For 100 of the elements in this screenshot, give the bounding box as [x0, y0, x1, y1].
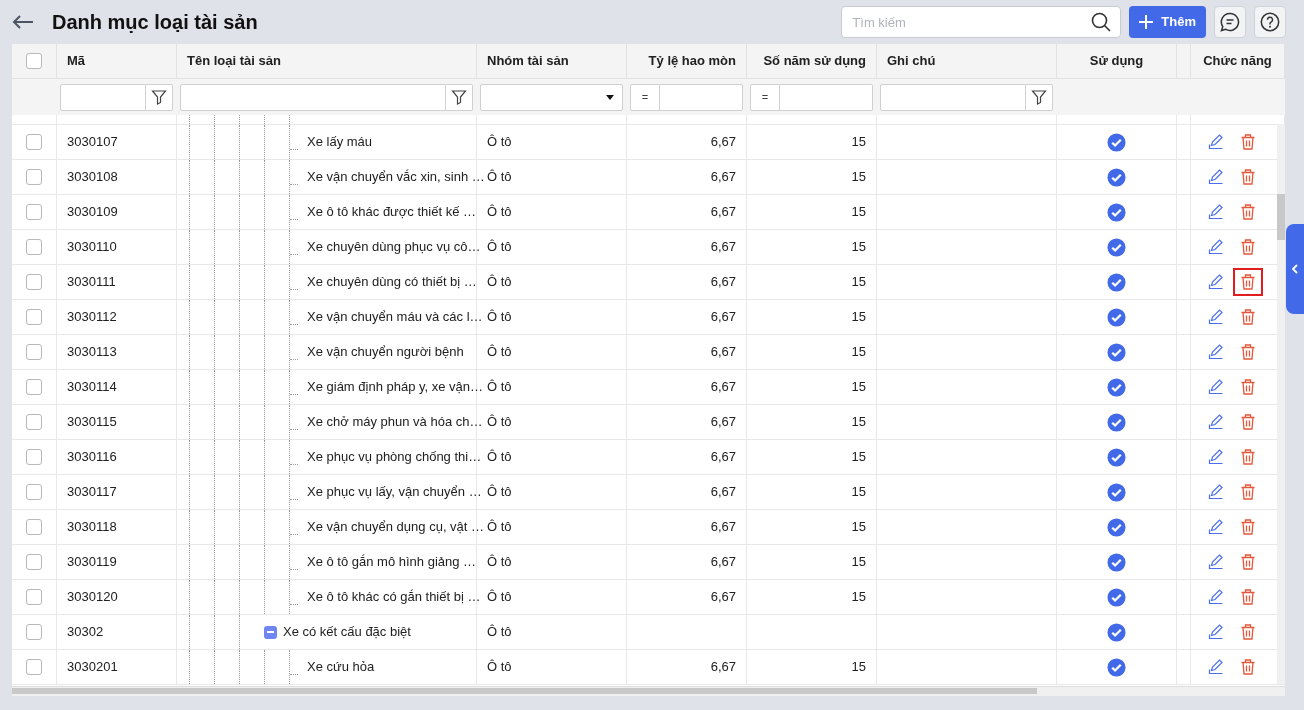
table-cell-text: 15: [851, 308, 866, 327]
edit-button[interactable]: [1207, 238, 1225, 256]
pencil-icon: [1208, 554, 1224, 570]
table-cell-text: 6,67: [710, 133, 736, 152]
table-cell-text: Xe giám định pháp y, xe vận…: [307, 378, 484, 397]
table-cell-text: Xe vận chuyển dụng cụ, vật …: [307, 518, 485, 537]
column-header[interactable]: Số năm sử dụng: [763, 51, 866, 71]
filter-icon: [451, 89, 467, 105]
trash-icon: [1241, 239, 1255, 255]
table-cell-text: Ô tô: [487, 623, 512, 642]
table-cell-text: Ô tô: [487, 658, 512, 677]
edit-button[interactable]: [1207, 518, 1225, 536]
checkbox[interactable]: [26, 624, 42, 640]
checkbox[interactable]: [26, 484, 42, 500]
horizontal-scrollbar[interactable]: [12, 686, 1285, 696]
operator-button[interactable]: =: [750, 83, 780, 111]
column-header[interactable]: Chức năng: [1203, 51, 1272, 71]
table-cell-text: Xe ô tô gắn mô hình giảng …: [307, 553, 477, 572]
checkbox[interactable]: [26, 379, 42, 395]
table-cell-text: 6,67: [710, 378, 736, 397]
edit-button[interactable]: [1207, 483, 1225, 501]
trash-icon: [1241, 624, 1255, 640]
column-header[interactable]: Tên loại tài sản: [187, 51, 281, 71]
edit-button[interactable]: [1207, 413, 1225, 431]
checkbox[interactable]: [26, 414, 42, 430]
edit-button[interactable]: [1207, 203, 1225, 221]
table-cell-text: Ô tô: [487, 553, 512, 572]
edit-button[interactable]: [1207, 378, 1225, 396]
search-icon[interactable]: [1091, 12, 1112, 32]
checkbox[interactable]: [26, 449, 42, 465]
operator-button[interactable]: =: [630, 83, 660, 111]
edit-button[interactable]: [1207, 553, 1225, 571]
trash-icon: [1241, 169, 1255, 185]
search-field[interactable]: Tìm kiếm: [841, 6, 1122, 38]
table-cell-text: 3030112: [67, 308, 117, 327]
collapse-icon[interactable]: [264, 625, 277, 639]
table-cell-text: Xe phục vụ lấy, vận chuyển …: [307, 483, 482, 502]
filter-field[interactable]: [180, 83, 446, 111]
edit-button[interactable]: [1207, 588, 1225, 606]
edit-button[interactable]: [1207, 273, 1225, 291]
pencil-icon: [1208, 414, 1224, 430]
checkbox[interactable]: [26, 519, 42, 535]
table-cell-text: 3030201: [67, 658, 118, 677]
pencil-icon: [1208, 134, 1224, 150]
edit-button[interactable]: [1207, 343, 1225, 361]
filter-field[interactable]: [660, 83, 743, 111]
checkbox[interactable]: [26, 239, 42, 255]
table-cell-text: Xe ô tô khác được thiết kế …: [307, 203, 476, 222]
filter-field[interactable]: [780, 83, 873, 111]
filter-field[interactable]: [60, 83, 146, 111]
checkbox[interactable]: [26, 309, 42, 325]
filter-button[interactable]: [1026, 83, 1053, 111]
table-cell-text: 6,67: [710, 448, 736, 467]
scrollbar-thumb[interactable]: [12, 688, 1037, 694]
checkbox[interactable]: [26, 659, 42, 675]
table-cell-text: 15: [851, 203, 866, 222]
checkbox[interactable]: [26, 274, 42, 290]
comment-button[interactable]: [1214, 6, 1246, 38]
table-cell-text: 6,67: [710, 553, 736, 572]
add-button[interactable]: Thêm: [1129, 6, 1206, 38]
column-header[interactable]: Nhóm tài sản: [487, 51, 569, 71]
edit-button[interactable]: [1207, 308, 1225, 326]
table-cell-text: Ô tô: [487, 343, 512, 362]
checkbox[interactable]: [26, 554, 42, 570]
side-panel-toggle[interactable]: [1286, 224, 1304, 314]
filter-field[interactable]: [880, 83, 1026, 111]
checkbox[interactable]: [26, 169, 42, 185]
filter-icon: [1031, 89, 1047, 105]
vertical-scrollbar[interactable]: [1277, 124, 1285, 684]
help-button[interactable]: [1254, 6, 1286, 38]
pencil-icon: [1208, 309, 1224, 325]
table-cell-text: 15: [851, 658, 866, 677]
trash-icon: [1241, 554, 1255, 570]
column-header[interactable]: Mã: [67, 51, 86, 71]
trash-icon: [1241, 414, 1255, 430]
checkbox[interactable]: [26, 344, 42, 360]
filter-button[interactable]: [146, 83, 173, 111]
table-cell-text: 6,67: [710, 343, 736, 362]
table-cell-text: Ô tô: [487, 308, 512, 327]
edit-button[interactable]: [1207, 623, 1225, 641]
pencil-icon: [1208, 624, 1224, 640]
edit-button[interactable]: [1207, 133, 1225, 151]
back-arrow-icon[interactable]: [12, 14, 34, 30]
edit-button[interactable]: [1207, 448, 1225, 466]
column-header[interactable]: Sử dụng: [1089, 51, 1144, 71]
delete-button[interactable]: [1233, 268, 1263, 296]
trash-icon: [1241, 344, 1255, 360]
column-header[interactable]: Tỷ lệ hao mòn: [648, 51, 736, 71]
column-header[interactable]: Ghi chú: [887, 51, 936, 71]
filter-button[interactable]: [446, 83, 473, 111]
checkbox[interactable]: [26, 589, 42, 605]
edit-button[interactable]: [1207, 168, 1225, 186]
pencil-icon: [1208, 589, 1224, 605]
caret-icon: [606, 94, 614, 100]
table-cell-text: 15: [851, 343, 866, 362]
checkbox[interactable]: [26, 204, 42, 220]
checkbox[interactable]: [26, 53, 42, 69]
checkbox[interactable]: [26, 134, 42, 150]
edit-button[interactable]: [1207, 658, 1225, 676]
scrollbar-thumb[interactable]: [1277, 194, 1285, 240]
